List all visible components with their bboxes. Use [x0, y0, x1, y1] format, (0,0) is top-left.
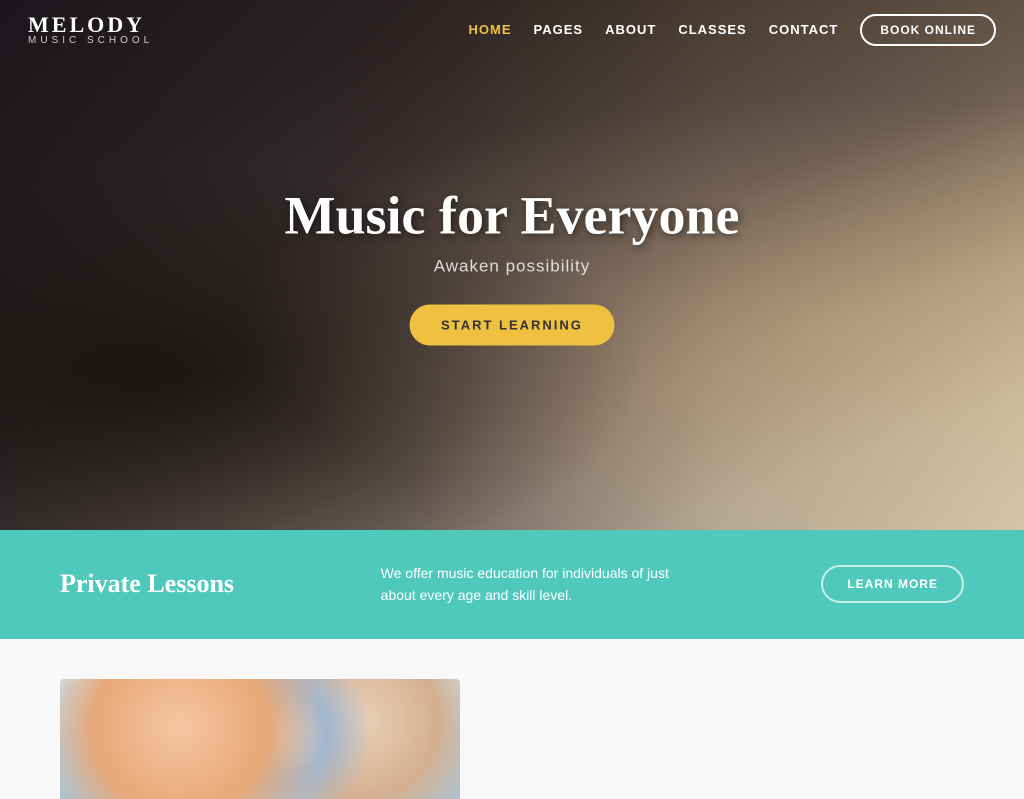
- nav-link-about[interactable]: ABOUT: [605, 22, 656, 37]
- logo[interactable]: MELODY MUSIC SCHOOL: [28, 14, 153, 46]
- learn-more-button[interactable]: LEARN MORE: [821, 565, 964, 603]
- nav-link-contact[interactable]: CONTACT: [769, 22, 839, 37]
- private-lessons-description: We offer music education for individuals…: [381, 562, 701, 607]
- nav-link-pages[interactable]: PAGES: [534, 22, 584, 37]
- logo-subtitle: MUSIC SCHOOL: [28, 36, 153, 46]
- logo-title: MELODY: [28, 14, 153, 36]
- teal-banner: Private Lessons We offer music education…: [0, 530, 1024, 639]
- nav-link-classes[interactable]: CLASSES: [678, 22, 746, 37]
- navbar: MELODY MUSIC SCHOOL HOME PAGES ABOUT CLA…: [0, 0, 1024, 60]
- nav-item-contact[interactable]: CONTACT: [769, 21, 839, 39]
- private-lessons-title: Private Lessons: [60, 569, 260, 599]
- nav-item-book[interactable]: BOOK ONLINE: [860, 14, 996, 46]
- children-faces-image: [60, 679, 460, 799]
- nav-item-about[interactable]: ABOUT: [605, 21, 656, 39]
- children-image: [60, 679, 460, 799]
- nav-item-classes[interactable]: CLASSES: [678, 21, 746, 39]
- book-online-button[interactable]: BOOK ONLINE: [860, 14, 996, 46]
- bottom-section: [0, 639, 1024, 799]
- hero-subtitle: Awaken possibility: [285, 257, 740, 277]
- hero-title: Music for Everyone: [285, 185, 740, 247]
- nav-item-home[interactable]: HOME: [469, 21, 512, 39]
- nav-link-home[interactable]: HOME: [469, 22, 512, 37]
- start-learning-button[interactable]: START LEARNING: [409, 305, 615, 346]
- nav-item-pages[interactable]: PAGES: [534, 21, 584, 39]
- hero-section: MELODY MUSIC SCHOOL HOME PAGES ABOUT CLA…: [0, 0, 1024, 530]
- nav-links: HOME PAGES ABOUT CLASSES CONTACT BOOK ON…: [469, 14, 996, 46]
- hero-content: Music for Everyone Awaken possibility ST…: [285, 185, 740, 346]
